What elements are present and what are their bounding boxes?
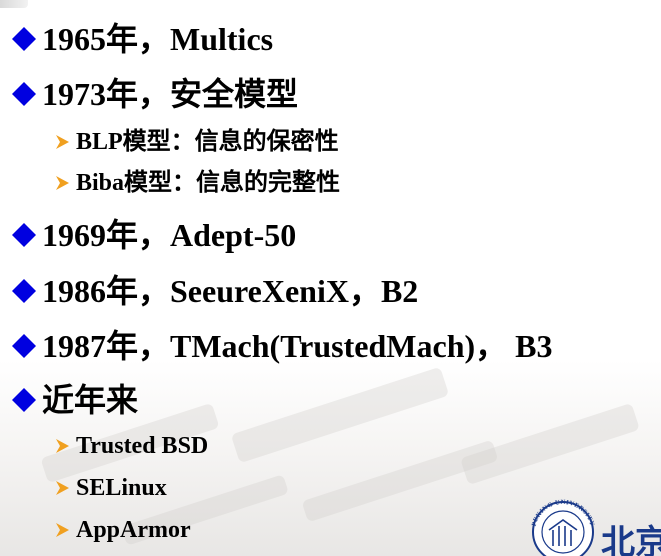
list-item: 1969年，Adept-50 (0, 216, 296, 254)
diamond-bullet-icon (8, 275, 40, 307)
diamond-bullet-icon (8, 78, 40, 110)
list-sub-item-text: AppArmor (76, 517, 191, 543)
arrow-bullet-icon (52, 436, 72, 456)
list-sub-item-text: BLP模型：信息的保密性 (76, 129, 339, 155)
list-item: 1973年，安全模型 (0, 75, 298, 113)
arrow-bullet-icon (52, 520, 72, 540)
list-item-text: 1986年，SeeureXeniX，B2 (42, 273, 419, 309)
logo-name: 北京 (601, 523, 661, 556)
list-item-text: 1965年，Multics (42, 21, 274, 57)
list-sub-item-text: SELinux (76, 475, 167, 501)
list-item: 1965年，Multics (0, 20, 273, 58)
university-seal-icon: PEKING UNIVERSITY 北京 (531, 499, 661, 556)
list-item: 1987年，TMach(TrustedMach)， B3 (0, 327, 553, 365)
list-sub-item-text: Trusted BSD (76, 433, 209, 459)
diamond-bullet-icon (8, 384, 40, 416)
list-item: 近年来 (0, 381, 138, 419)
list-item-text: 1987年，TMach(TrustedMach)， B3 (42, 328, 553, 364)
list-item-text: 近年来 (42, 382, 139, 418)
diamond-bullet-icon (8, 219, 40, 251)
list-sub-item: AppArmor (0, 515, 191, 545)
arrow-bullet-icon (52, 173, 72, 193)
list-item: 1986年，SeeureXeniX，B2 (0, 272, 418, 310)
diamond-bullet-icon (8, 330, 40, 362)
list-item-text: 1973年，安全模型 (42, 76, 299, 112)
corner-mark (0, 0, 28, 8)
diamond-bullet-icon (8, 23, 40, 55)
arrow-bullet-icon (52, 132, 72, 152)
arrow-bullet-icon (52, 478, 72, 498)
list-sub-item-text: Biba模型：信息的完整性 (76, 170, 341, 196)
list-sub-item: SELinux (0, 473, 167, 503)
list-sub-item: Trusted BSD (0, 431, 208, 461)
university-logo: PEKING UNIVERSITY 北京 (527, 496, 661, 556)
list-sub-item: Biba模型：信息的完整性 (0, 168, 340, 198)
list-sub-item: BLP模型：信息的保密性 (0, 127, 339, 157)
slide: 1965年，Multics 1973年，安全模型 BLP模型：信息的保密性 Bi… (0, 0, 661, 556)
list-item-text: 1969年，Adept-50 (42, 217, 297, 253)
